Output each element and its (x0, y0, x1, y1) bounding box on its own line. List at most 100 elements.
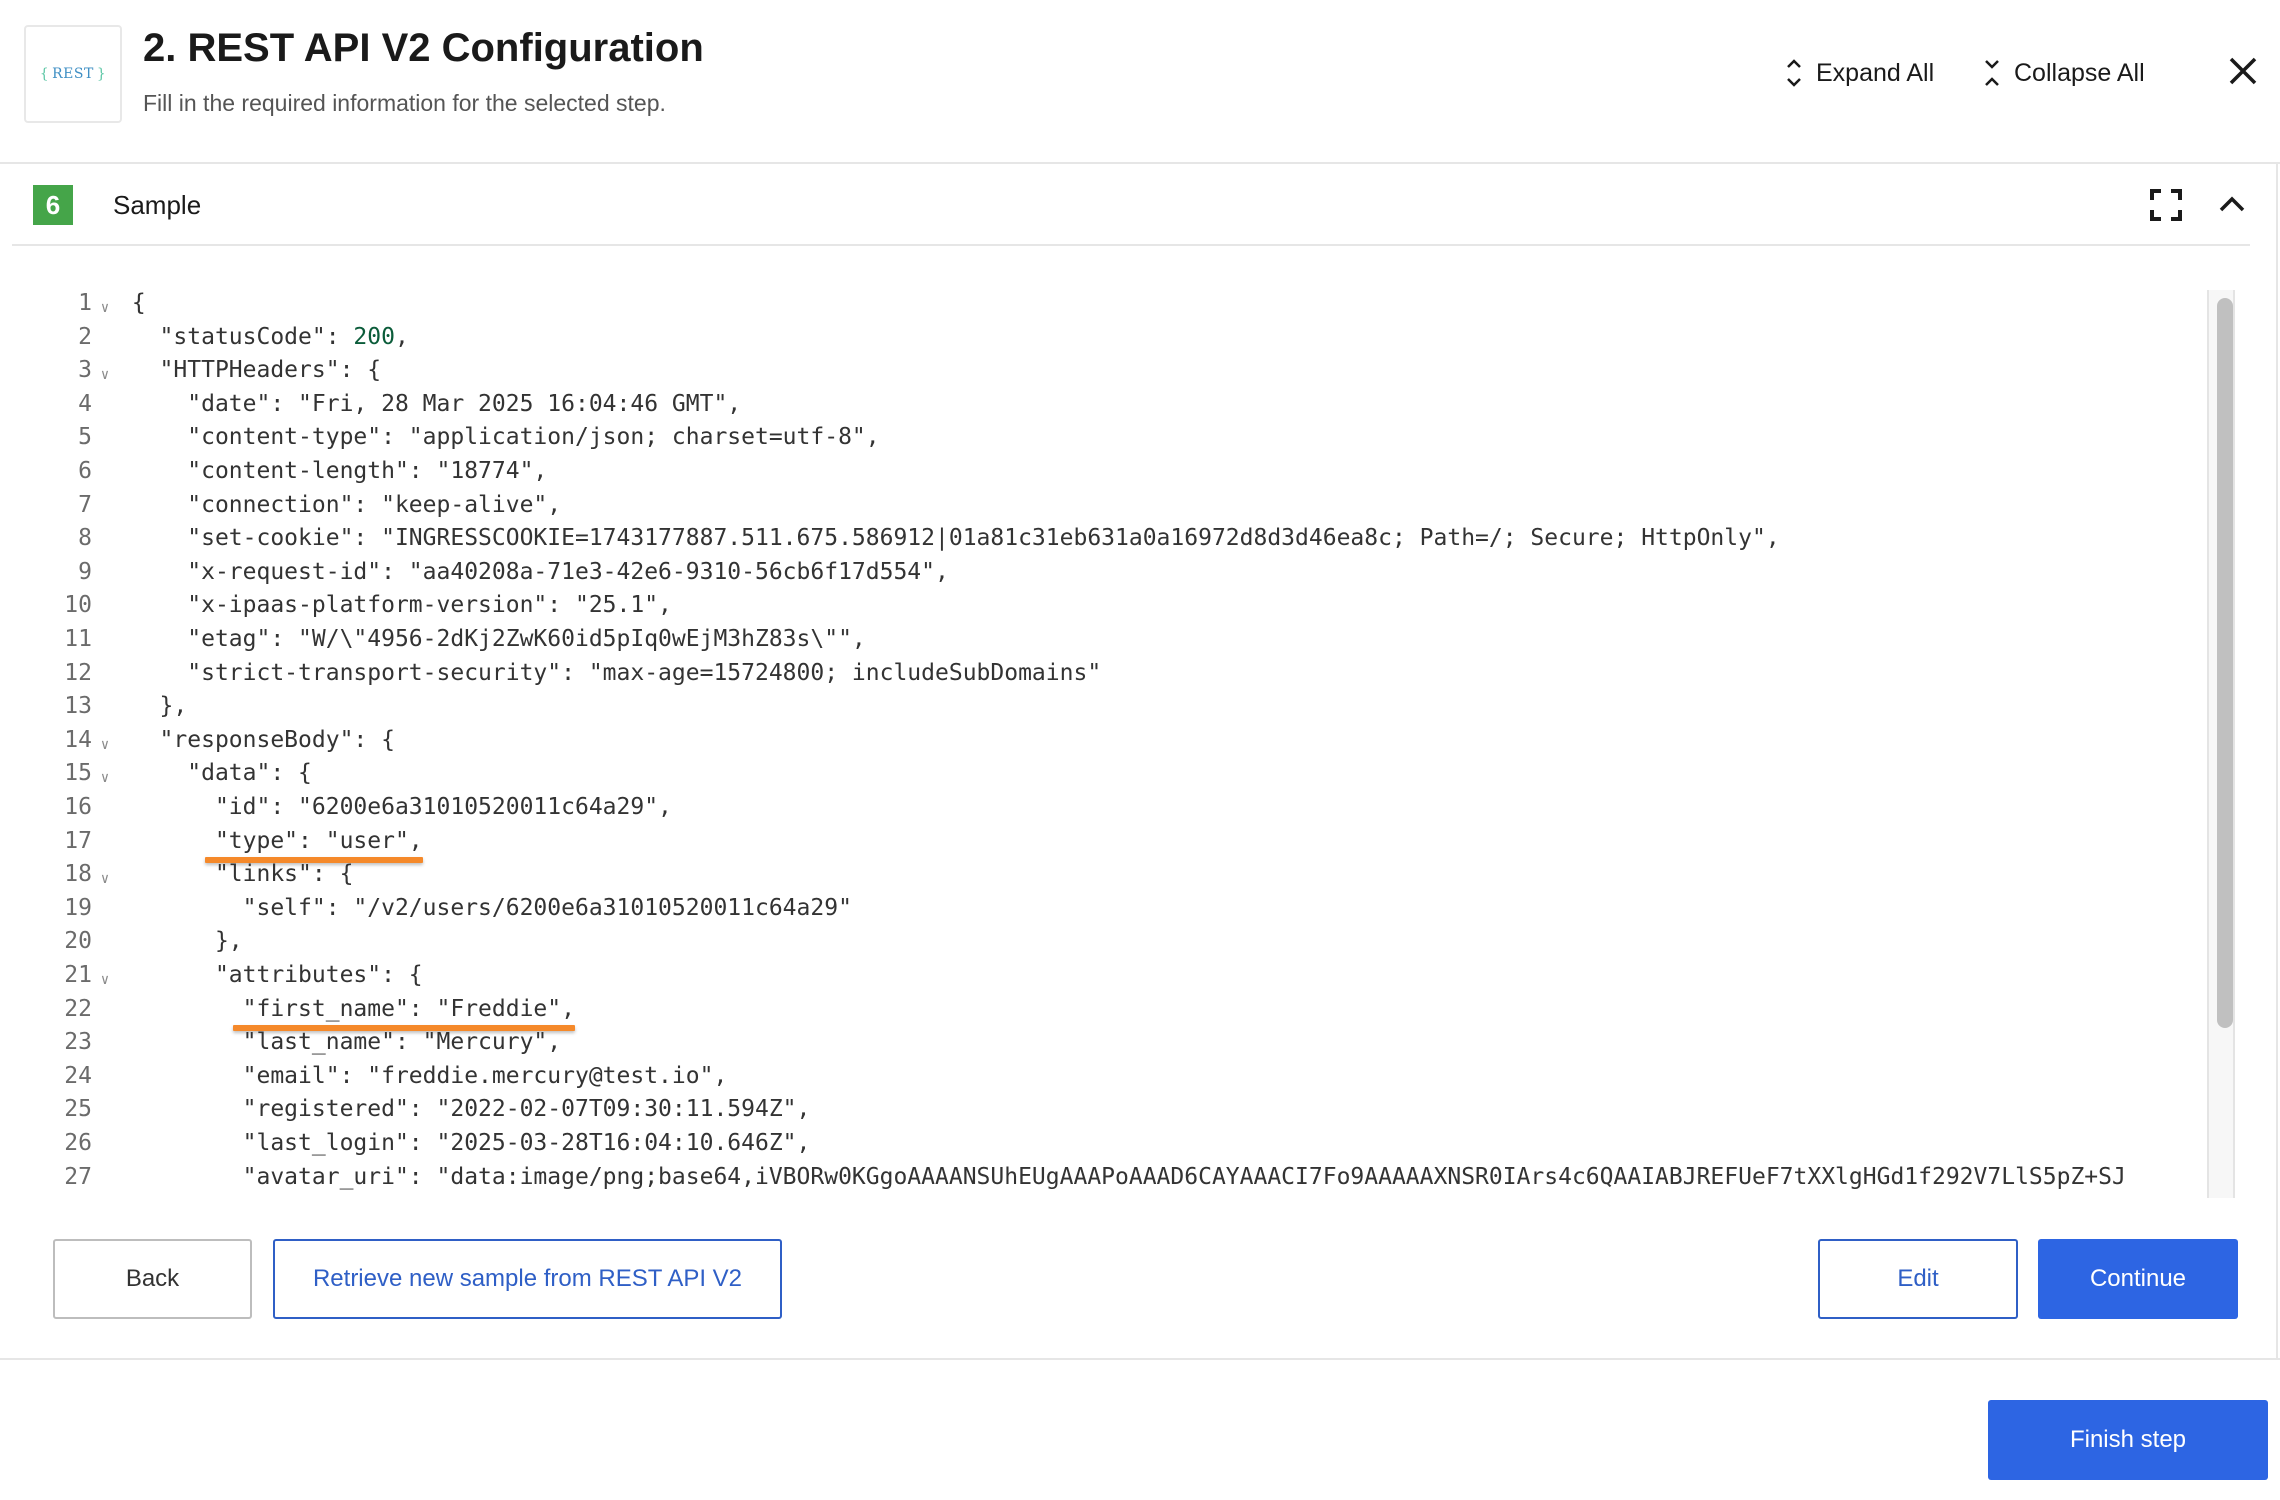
line-number: 24 (64, 1062, 92, 1089)
code-line: 16 "id": "6200e6a31010520011c64a29", (40, 791, 672, 825)
dialog-header: {REST} 2. REST API V2 Configuration Fill… (0, 0, 2280, 164)
code-text: "connection": "keep-alive", (131, 491, 562, 518)
code-text: "registered": "2022-02-07T09:30:11.594Z"… (131, 1096, 811, 1123)
code-line: 10 "x-ipaas-platform-version": "25.1", (40, 589, 672, 623)
code-text: }, (131, 693, 188, 720)
expand-icon (1787, 59, 1801, 87)
line-number: 12 (64, 659, 92, 686)
close-icon (2229, 57, 2257, 85)
close-button[interactable] (2228, 56, 2258, 86)
code-text: "self": "/v2/users/6200e6a31010520011c64… (131, 894, 852, 921)
step-number-badge: 6 (33, 185, 73, 225)
code-line: 22 "first_name": "Freddie", (40, 993, 575, 1027)
collapse-section-button[interactable] (2218, 192, 2246, 216)
line-number: 14 (64, 726, 92, 753)
code-line: 9 "x-request-id": "aa40208a-71e3-42e6-93… (40, 556, 949, 590)
code-line: 11 "etag": "W/\"4956-2dKj2ZwK60id5pIq0wE… (40, 623, 866, 657)
line-number: 6 (78, 458, 92, 484)
collapse-all-label: Collapse All (2014, 58, 2145, 87)
code-text: "content-type": "application/json; chars… (131, 424, 880, 451)
line-number: 2 (78, 323, 92, 350)
code-text: "id": "6200e6a31010520011c64a29", (131, 794, 672, 820)
collapse-all-button[interactable]: Collapse All (1984, 56, 2145, 90)
code-line: 12 "strict-transport-security": "max-age… (40, 657, 1101, 691)
line-number: 20 (64, 928, 92, 955)
line-number: 21 (64, 962, 92, 988)
section-title: Sample (113, 190, 202, 220)
page-subtitle: Fill in the required information for the… (143, 90, 666, 116)
scrollbar-thumb[interactable] (2217, 298, 2233, 1028)
code-text: "avatar_uri": "data:image/png;base64,iVB… (131, 1163, 2126, 1190)
code-line: 4 "date": "Fri, 28 Mar 2025 16:04:46 GMT… (40, 388, 741, 422)
code-text: "last_login": "2025-03-28T16:04:10.646Z"… (131, 1130, 811, 1156)
code-text: "date": "Fri, 28 Mar 2025 16:04:46 GMT", (131, 390, 742, 417)
code-text: "email": "freddie.mercury@test.io", (131, 1062, 728, 1089)
line-number: 11 (64, 626, 92, 652)
line-number: 16 (64, 794, 92, 820)
collapse-icon (1985, 60, 1999, 86)
line-number: 8 (78, 525, 92, 552)
code-scrollbar[interactable] (2207, 290, 2235, 1198)
code-text: "data": { (131, 760, 312, 787)
chevron-up-icon (2219, 196, 2245, 212)
sample-section: 6 Sample 1 ∨ {2 "statusCode": 200, 3 ∨ "HTT… (12, 164, 2278, 1360)
code-line: 19 "self": "/v2/users/6200e6a31010520011… (40, 892, 852, 926)
code-text: "x-ipaas-platform-version": "25.1", (131, 592, 672, 619)
expand-all-button[interactable]: Expand All (1786, 56, 1934, 90)
code-line: 17 "type": "user", (40, 825, 422, 859)
back-button[interactable]: Back (53, 1239, 252, 1319)
code-text: "first_name": "Freddie", (131, 995, 575, 1022)
continue-button[interactable]: Continue (2038, 1239, 2238, 1319)
edit-button[interactable]: Edit (1818, 1239, 2018, 1319)
line-number: 15 (64, 760, 92, 787)
code-text: "statusCode": 200, (131, 323, 409, 350)
code-line: 23 "last_name": "Mercury", (40, 1026, 561, 1060)
code-line: 21 ∨ "attributes": { (40, 959, 423, 993)
code-line: 3 ∨ "HTTPHeaders": { (40, 354, 381, 388)
code-text: "last_name": "Mercury", (131, 1029, 562, 1056)
line-number: 17 (64, 827, 92, 854)
page-title: 2. REST API V2 Configuration (143, 26, 704, 70)
line-number: 5 (78, 424, 92, 451)
finish-step-button[interactable]: Finish step (1988, 1400, 2268, 1480)
fullscreen-icon (2150, 189, 2182, 221)
code-line: 13 }, (40, 690, 187, 724)
code-text: "attributes": { (131, 962, 423, 988)
line-number: 1 (78, 290, 92, 316)
code-text: "set-cookie": "INGRESSCOOKIE=1743177887.… (131, 525, 1780, 552)
code-line: 25 "registered": "2022-02-07T09:30:11.59… (40, 1093, 810, 1127)
code-line: 2 "statusCode": 200, (40, 321, 409, 355)
code-text: "HTTPHeaders": { (131, 357, 382, 384)
code-line: 20 }, (40, 925, 242, 959)
line-number: 27 (64, 1163, 92, 1190)
line-number: 7 (78, 491, 92, 518)
number-token: 200 (353, 323, 395, 350)
footer-divider (0, 1358, 2280, 1360)
code-line: 1 ∨ { (40, 287, 146, 321)
line-number: 23 (64, 1029, 92, 1056)
code-line: 18 ∨ "links": { (40, 858, 353, 892)
retrieve-sample-button[interactable]: Retrieve new sample from REST API V2 (273, 1239, 782, 1319)
line-number: 18 (64, 861, 92, 888)
code-text: "etag": "W/\"4956-2dKj2ZwK60id5pIq0wEjM3… (131, 626, 866, 652)
code-line: 6 "content-length": "18774", (40, 455, 547, 489)
line-number: 13 (64, 693, 92, 720)
code-line: 15 ∨ "data": { (40, 757, 312, 791)
code-text: "responseBody": { (131, 726, 395, 753)
code-line: 24 "email": "freddie.mercury@test.io", (40, 1060, 727, 1094)
json-code-viewer[interactable]: 1 ∨ {2 "statusCode": 200, 3 ∨ "HTTPHeaders"… (40, 287, 2220, 1192)
section-header[interactable]: 6 Sample (12, 164, 2250, 246)
line-number: 9 (78, 558, 92, 585)
line-number: 26 (64, 1130, 92, 1156)
code-line: 26 "last_login": "2025-03-28T16:04:10.64… (40, 1127, 810, 1161)
line-number: 25 (64, 1096, 92, 1123)
code-text: "x-request-id": "aa40208a-71e3-42e6-9310… (131, 558, 949, 585)
code-text: "content-length": "18774", (131, 458, 548, 484)
line-number: 4 (78, 390, 92, 417)
code-line: 27 "avatar_uri": "data:image/png;base64,… (40, 1161, 2126, 1192)
line-number: 3 (78, 357, 92, 384)
code-text: { (131, 290, 146, 316)
code-line: 14 ∨ "responseBody": { (40, 724, 395, 758)
logo-text: REST (52, 66, 94, 82)
fullscreen-button[interactable] (2150, 189, 2182, 221)
